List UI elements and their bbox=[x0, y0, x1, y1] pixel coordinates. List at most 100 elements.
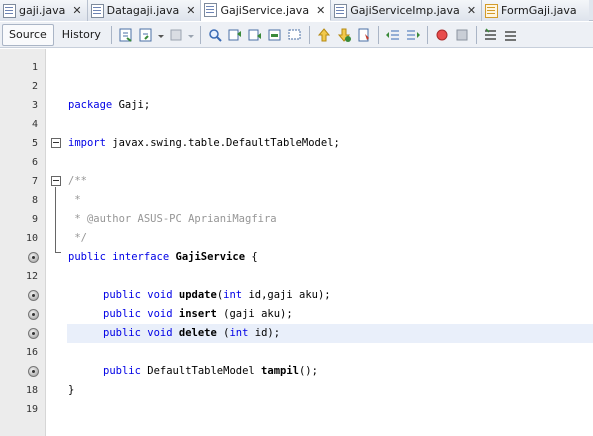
toolbar-separator bbox=[199, 25, 201, 44]
tab-gajiserviceimp-java[interactable]: GajiServiceImp.java ✕ bbox=[331, 0, 483, 21]
code-line: 18 } bbox=[0, 381, 593, 400]
java-file-icon bbox=[334, 3, 348, 18]
code-line: 2 bbox=[0, 77, 593, 96]
previous-bookmark-icon[interactable] bbox=[316, 27, 332, 43]
toggle-rect-selection-icon[interactable] bbox=[287, 27, 303, 43]
form-file-icon bbox=[485, 3, 499, 18]
code-text: public void insert (gaji aku); bbox=[103, 308, 293, 320]
line-number: 1 bbox=[31, 62, 38, 73]
toggle-bookmark-icon[interactable] bbox=[356, 27, 372, 43]
line-number: 7 bbox=[31, 176, 38, 187]
tab-label: GajiService.java bbox=[220, 3, 310, 17]
line-number: 6 bbox=[31, 157, 38, 168]
code-line: 6 bbox=[0, 153, 593, 172]
toolbar-separator bbox=[110, 25, 112, 44]
code-line: 5 import javax.swing.table.DefaultTableM… bbox=[0, 134, 593, 153]
forward-icon[interactable] bbox=[168, 27, 184, 43]
java-file-icon bbox=[3, 3, 16, 18]
line-number: 12 bbox=[25, 271, 38, 282]
back-icon[interactable] bbox=[138, 27, 154, 43]
tab-gaji-java[interactable]: gaji.java ✕ bbox=[0, 0, 88, 21]
code-line: 7 /** bbox=[0, 172, 593, 191]
editor-tab-strip: gaji.java ✕ Datagaji.java ✕ GajiService.… bbox=[0, 0, 593, 21]
tab-datagaji-java[interactable]: Datagaji.java ✕ bbox=[87, 0, 202, 21]
code-text: * @author ASUS-PC AprianiMagfira bbox=[68, 213, 277, 225]
close-icon[interactable]: ✕ bbox=[316, 5, 325, 16]
line-number: 5 bbox=[31, 138, 38, 149]
code-line: 4 bbox=[0, 115, 593, 134]
code-text: * bbox=[68, 194, 81, 206]
code-line: 1 bbox=[0, 58, 593, 77]
stop-macro-recording-icon[interactable] bbox=[454, 27, 470, 43]
source-button[interactable]: Source bbox=[2, 23, 54, 46]
find-icon[interactable] bbox=[207, 27, 223, 43]
close-icon[interactable]: ✕ bbox=[467, 5, 476, 16]
close-icon[interactable]: ✕ bbox=[186, 5, 195, 16]
code-text: public void delete (int id); bbox=[103, 327, 281, 339]
implemented-marker-icon[interactable] bbox=[28, 309, 39, 320]
shift-right-icon[interactable] bbox=[405, 27, 421, 43]
code-line: 10 */ bbox=[0, 229, 593, 248]
code-line: 16 bbox=[0, 343, 593, 362]
tab-formgaji-java[interactable]: FormGaji.java bbox=[482, 0, 589, 21]
close-icon[interactable]: ✕ bbox=[72, 5, 81, 16]
code-text: /** bbox=[68, 175, 87, 187]
toolbar-separator bbox=[308, 25, 310, 44]
find-previous-icon[interactable] bbox=[227, 27, 243, 43]
history-button[interactable]: History bbox=[56, 24, 107, 46]
code-line: 3 package Gaji; bbox=[0, 96, 593, 115]
line-number: 3 bbox=[31, 100, 38, 111]
code-text: } bbox=[68, 384, 75, 396]
fold-toggle-icon[interactable] bbox=[51, 176, 61, 186]
code-text: public DefaultTableModel tampil(); bbox=[103, 365, 318, 377]
code-line: 9 * @author ASUS-PC AprianiMagfira bbox=[0, 210, 593, 229]
fold-toggle-icon[interactable] bbox=[51, 138, 61, 148]
editor-toolbar: Source History bbox=[0, 22, 593, 48]
implemented-marker-icon[interactable] bbox=[28, 252, 39, 263]
next-bookmark-icon[interactable] bbox=[336, 27, 352, 43]
code-line: public void delete (int id); bbox=[0, 324, 593, 343]
tab-label: Datagaji.java bbox=[106, 4, 180, 17]
tab-label: gaji.java bbox=[19, 4, 66, 17]
code-line: 19 bbox=[0, 400, 593, 419]
start-macro-recording-icon[interactable] bbox=[434, 27, 450, 43]
find-next-icon[interactable] bbox=[247, 27, 263, 43]
line-number: 8 bbox=[31, 195, 38, 206]
code-text: package Gaji; bbox=[68, 99, 151, 111]
code-line: public void insert (gaji aku); bbox=[0, 305, 593, 324]
last-edit-icon[interactable] bbox=[118, 27, 134, 43]
toggle-highlight-icon[interactable] bbox=[267, 27, 283, 43]
implemented-marker-icon[interactable] bbox=[28, 328, 39, 339]
implemented-marker-icon[interactable] bbox=[28, 290, 39, 301]
code-line: public DefaultTableModel tampil(); bbox=[0, 362, 593, 381]
uncomment-icon[interactable] bbox=[503, 27, 519, 43]
code-text: */ bbox=[68, 232, 87, 244]
implemented-marker-icon[interactable] bbox=[28, 366, 39, 377]
toolbar-separator bbox=[426, 25, 428, 44]
code-line: public void update(int id,gaji aku); bbox=[0, 286, 593, 305]
java-file-icon bbox=[204, 3, 218, 17]
forward-dropdown-icon[interactable] bbox=[187, 27, 194, 43]
line-number: 9 bbox=[31, 214, 38, 225]
line-number: 4 bbox=[31, 119, 38, 130]
code-line: 12 bbox=[0, 267, 593, 286]
line-number: 10 bbox=[25, 233, 38, 244]
line-number: 18 bbox=[25, 385, 38, 396]
code-text: public void update(int id,gaji aku); bbox=[103, 289, 331, 301]
toolbar-separator bbox=[475, 25, 477, 44]
tab-label: FormGaji.java bbox=[501, 4, 577, 17]
line-number: 19 bbox=[25, 404, 38, 415]
line-number: 16 bbox=[25, 347, 38, 358]
tab-label: GajiServiceImp.java bbox=[350, 4, 460, 17]
code-text: import javax.swing.table.DefaultTableMod… bbox=[68, 137, 340, 149]
tab-gajiservice-java[interactable]: GajiService.java ✕ bbox=[201, 0, 332, 21]
java-file-icon bbox=[90, 3, 104, 18]
line-number: 2 bbox=[31, 81, 38, 92]
code-line: public interface GajiService { bbox=[0, 248, 593, 267]
code-text: public interface GajiService { bbox=[68, 251, 258, 263]
back-dropdown-icon[interactable] bbox=[157, 27, 164, 43]
code-line: 8 * bbox=[0, 191, 593, 210]
toolbar-separator bbox=[377, 25, 379, 44]
comment-icon[interactable] bbox=[483, 27, 499, 43]
shift-left-icon[interactable] bbox=[385, 27, 401, 43]
